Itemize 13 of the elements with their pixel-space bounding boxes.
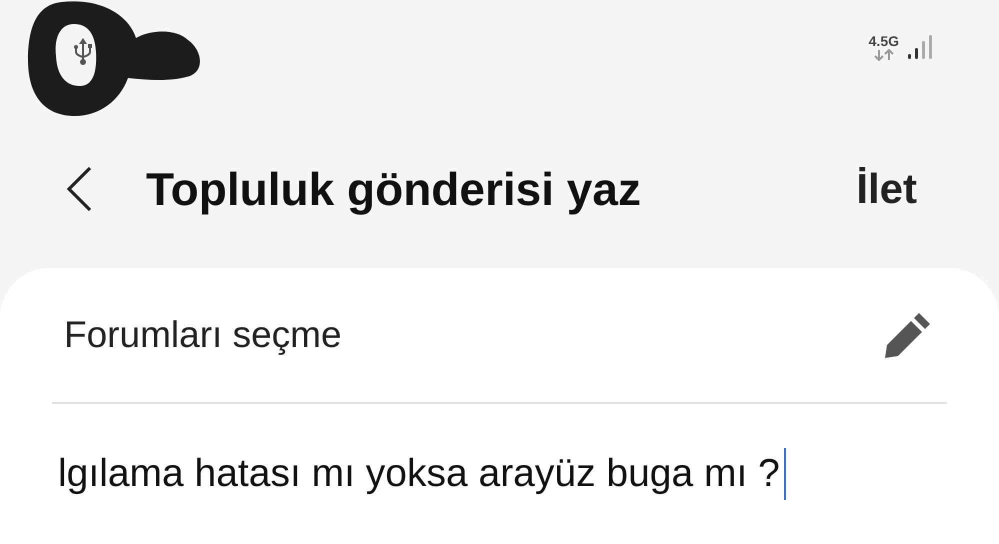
signal-icon	[907, 35, 933, 61]
text-cursor	[784, 448, 786, 500]
pencil-icon	[883, 310, 933, 360]
back-icon	[66, 166, 92, 212]
usb-icon	[73, 36, 93, 66]
forum-picker-label: Forumları seçme	[64, 314, 342, 356]
screen-title: Topluluk gönderisi yaz	[146, 162, 642, 216]
back-button[interactable]	[66, 166, 92, 212]
forum-picker[interactable]: Forumları seçme	[52, 268, 947, 402]
post-button[interactable]: İlet	[856, 164, 917, 213]
network-type-label: 4.5G	[868, 34, 899, 49]
post-text-field[interactable]: lgılama hatası mı yoksa arayüz buga mı ?	[52, 404, 947, 544]
data-arrows-icon	[872, 49, 895, 61]
